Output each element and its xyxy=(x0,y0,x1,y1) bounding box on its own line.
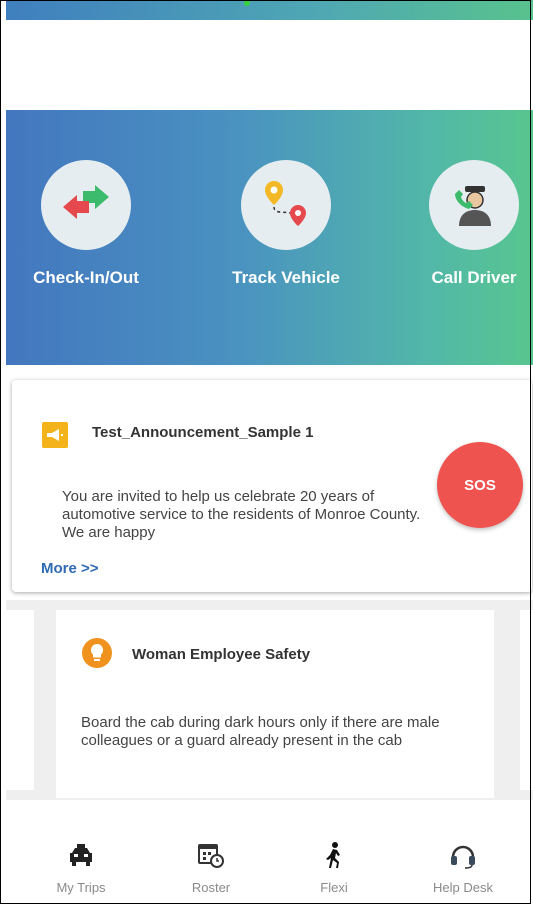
screen-border xyxy=(0,0,531,904)
